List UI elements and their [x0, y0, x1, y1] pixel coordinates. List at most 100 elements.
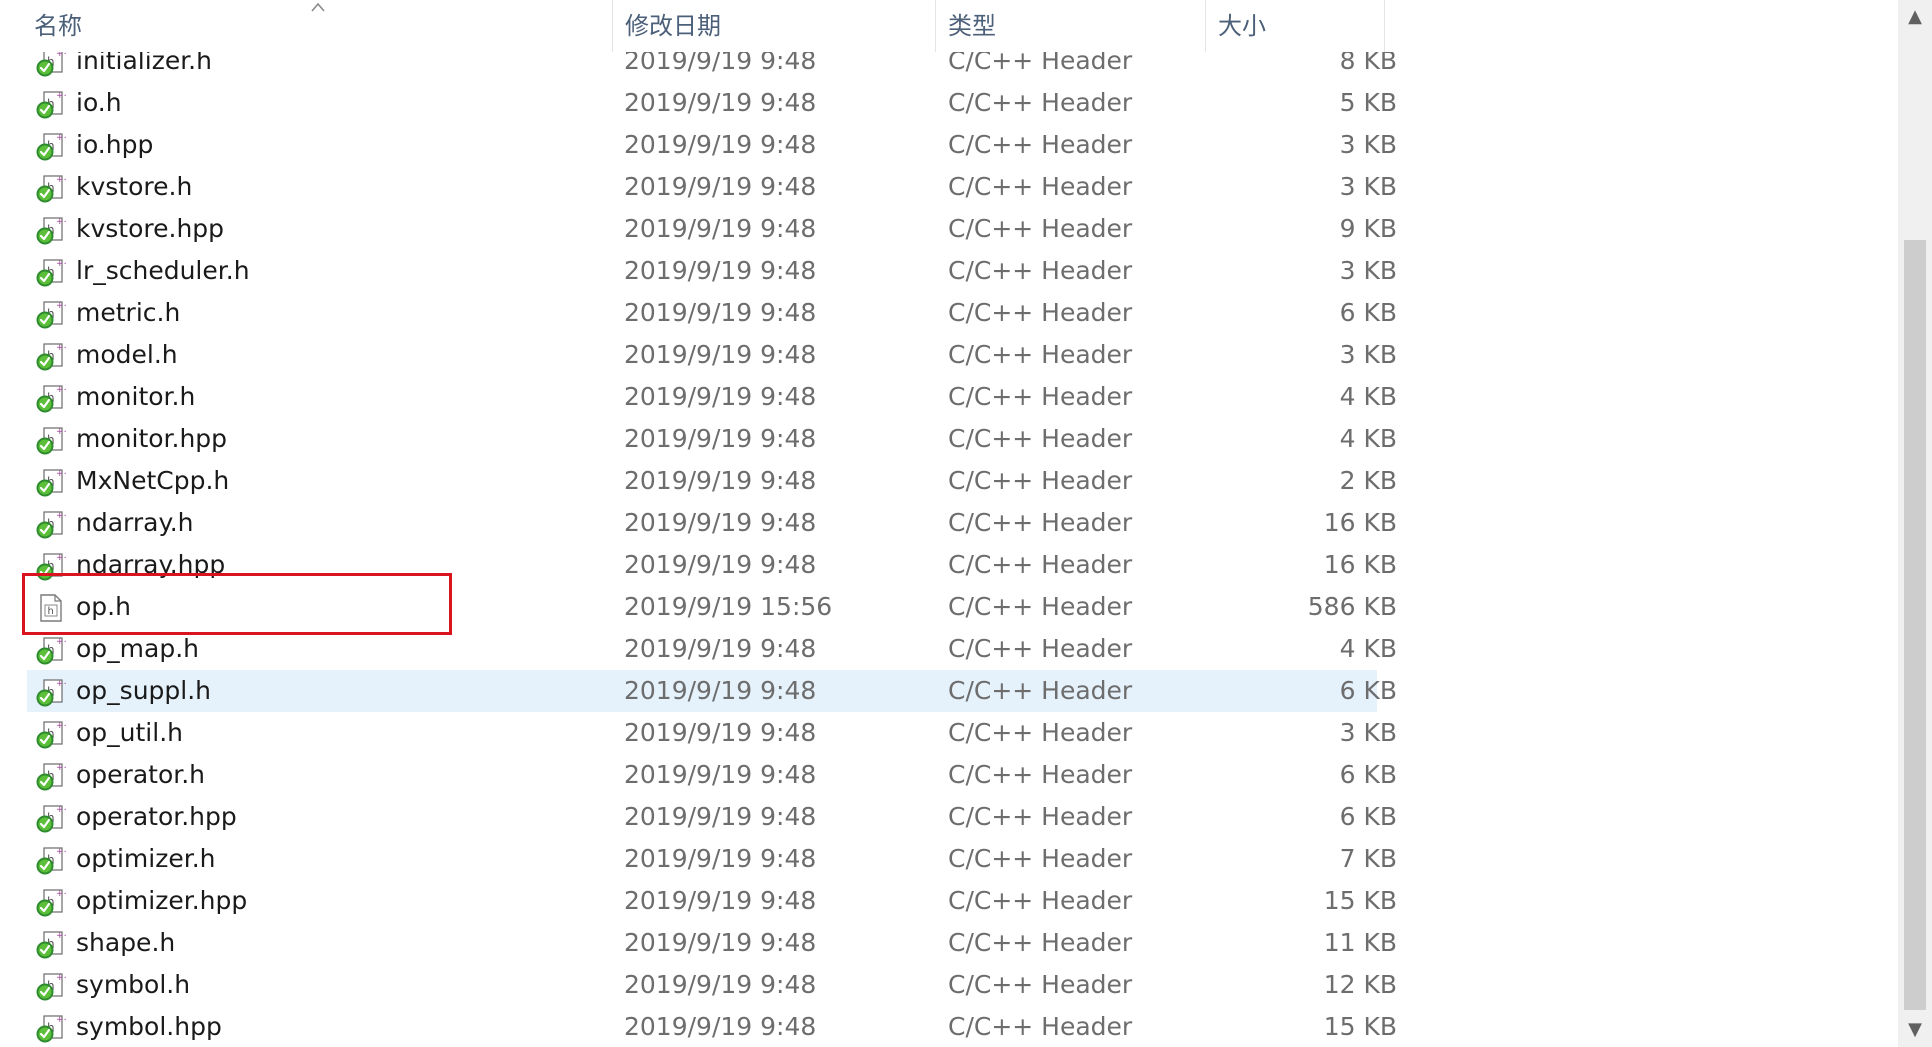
- vs-header-icon: h++: [34, 718, 71, 750]
- file-row[interactable]: h++shape.h 2019/9/19 9:48 C/C++ Header 11 K…: [27, 922, 1397, 964]
- vs-header-icon: h++: [34, 340, 71, 372]
- file-row[interactable]: h++kvstore.hpp 2019/9/19 9:48 C/C++ Header…: [27, 208, 1397, 250]
- svg-text:++: ++: [56, 553, 66, 563]
- file-type: C/C++ Header: [948, 424, 1133, 453]
- vs-header-icon: h++: [34, 970, 71, 1002]
- vs-header-icon: h++: [34, 886, 71, 918]
- svg-text:++: ++: [56, 133, 66, 143]
- vs-header-icon: h++: [34, 424, 71, 456]
- svg-text:++: ++: [56, 1015, 66, 1025]
- file-modified-date: 2019/9/19 9:48: [624, 88, 817, 117]
- vs-header-icon: h++: [34, 508, 71, 540]
- svg-text:++: ++: [56, 889, 66, 899]
- column-header-bar: 名称 修改日期 类型 大小: [0, 0, 1900, 52]
- file-name: kvstore.h: [76, 172, 193, 201]
- scrollbar-thumb[interactable]: [1904, 240, 1926, 1010]
- scroll-up-arrow-icon[interactable]: ▲: [1898, 0, 1932, 34]
- file-row[interactable]: h++io.hpp 2019/9/19 9:48 C/C++ Header 3 KB: [27, 124, 1397, 166]
- column-header-type[interactable]: 类型: [935, 0, 1205, 52]
- file-row[interactable]: h++operator.h 2019/9/19 9:48 C/C++ Header 6…: [27, 754, 1397, 796]
- file-row[interactable]: h++model.h 2019/9/19 9:48 C/C++ Header 3 KB: [27, 334, 1397, 376]
- vs-header-icon: h++: [34, 802, 71, 834]
- file-name: symbol.hpp: [76, 1012, 222, 1041]
- file-type: C/C++ Header: [948, 550, 1133, 579]
- file-row[interactable]: h++operator.hpp 2019/9/19 9:48 C/C++ Heade…: [27, 796, 1397, 838]
- file-modified-date: 2019/9/19 9:48: [624, 970, 817, 999]
- column-header-name-label: 名称: [34, 12, 82, 40]
- vs-header-icon: h++: [34, 256, 71, 288]
- file-name: operator.h: [76, 760, 206, 789]
- file-modified-date: 2019/9/19 9:48: [624, 844, 817, 873]
- file-type: C/C++ Header: [948, 298, 1133, 327]
- file-row[interactable]: h++ndarray.h 2019/9/19 9:48 C/C++ Header 16…: [27, 502, 1397, 544]
- file-row[interactable]: h++symbol.h 2019/9/19 9:48 C/C++ Header 12 …: [27, 964, 1397, 1006]
- file-type: C/C++ Header: [948, 592, 1133, 621]
- file-name: io.h: [76, 88, 122, 117]
- file-row[interactable]: h++optimizer.hpp 2019/9/19 9:48 C/C++ Head…: [27, 880, 1397, 922]
- file-name: monitor.hpp: [76, 424, 228, 453]
- column-header-size[interactable]: 大小: [1205, 0, 1385, 52]
- file-row[interactable]: h++op_suppl.h 2019/9/19 9:48 C/C++ Header 6…: [27, 670, 1397, 712]
- file-row[interactable]: h++op_util.h 2019/9/19 9:48 C/C++ Header 3 …: [27, 712, 1397, 754]
- file-row[interactable]: h++kvstore.h 2019/9/19 9:48 C/C++ Header 3 …: [27, 166, 1397, 208]
- file-size: 12 KB: [1323, 970, 1397, 999]
- file-row[interactable]: h++monitor.hpp 2019/9/19 9:48 C/C++ Header…: [27, 418, 1397, 460]
- file-row[interactable]: h++optimizer.h 2019/9/19 9:48 C/C++ Header…: [27, 838, 1397, 880]
- svg-text:++: ++: [56, 931, 66, 941]
- file-modified-date: 2019/9/19 9:48: [624, 466, 817, 495]
- file-type: C/C++ Header: [948, 256, 1133, 285]
- vs-header-icon: h++: [34, 634, 71, 666]
- vertical-scrollbar[interactable]: ▲ ▼: [1898, 0, 1932, 1047]
- file-name: op_suppl.h: [76, 676, 212, 705]
- svg-text:++: ++: [56, 427, 66, 437]
- file-size: 15 KB: [1323, 886, 1397, 915]
- file-size: 7 KB: [1339, 844, 1397, 873]
- svg-text:++: ++: [56, 259, 66, 269]
- column-header-date[interactable]: 修改日期: [612, 0, 935, 52]
- file-size: 3 KB: [1339, 340, 1397, 369]
- file-type: C/C++ Header: [948, 172, 1133, 201]
- file-type: C/C++ Header: [948, 928, 1133, 957]
- sort-ascending-icon: [311, 2, 325, 12]
- file-name: optimizer.h: [76, 844, 216, 873]
- file-modified-date: 2019/9/19 9:48: [624, 214, 817, 243]
- file-row[interactable]: h++io.h 2019/9/19 9:48 C/C++ Header 5 KB: [27, 82, 1397, 124]
- vs-header-icon: h++: [34, 928, 71, 960]
- file-name: model.h: [76, 340, 178, 369]
- vs-header-icon: h++: [34, 676, 71, 708]
- file-size: 2 KB: [1339, 466, 1397, 495]
- vs-header-icon: h++: [34, 466, 71, 498]
- file-modified-date: 2019/9/19 9:48: [624, 886, 817, 915]
- file-row[interactable]: h++lr_scheduler.h 2019/9/19 9:48 C/C++ Hea…: [27, 250, 1397, 292]
- file-row[interactable]: h++monitor.h 2019/9/19 9:48 C/C++ Header 4 …: [27, 376, 1397, 418]
- file-modified-date: 2019/9/19 9:48: [624, 340, 817, 369]
- file-size: 11 KB: [1323, 928, 1397, 957]
- svg-text:++: ++: [56, 637, 66, 647]
- file-row[interactable]: h++MxNetCpp.h 2019/9/19 9:48 C/C++ Header 2…: [27, 460, 1397, 502]
- vs-header-icon: h++: [34, 1012, 71, 1044]
- svg-text:++: ++: [56, 679, 66, 689]
- file-modified-date: 2019/9/19 9:48: [624, 424, 817, 453]
- file-size: 16 KB: [1323, 550, 1397, 579]
- file-modified-date: 2019/9/19 9:48: [624, 172, 817, 201]
- vs-header-icon: h++: [34, 172, 71, 204]
- file-name: metric.h: [76, 298, 181, 327]
- file-type: C/C++ Header: [948, 676, 1133, 705]
- file-row[interactable]: h++metric.h 2019/9/19 9:48 C/C++ Header 6 K…: [27, 292, 1397, 334]
- file-row[interactable]: h++symbol.hpp 2019/9/19 9:48 C/C++ Header 1…: [27, 1006, 1397, 1047]
- file-size: 3 KB: [1339, 130, 1397, 159]
- file-modified-date: 2019/9/19 9:48: [624, 634, 817, 663]
- file-modified-date: 2019/9/19 9:48: [624, 130, 817, 159]
- file-modified-date: 2019/9/19 9:48: [624, 718, 817, 747]
- file-size: 3 KB: [1339, 718, 1397, 747]
- vs-header-icon: h++: [34, 298, 71, 330]
- file-size: 6 KB: [1339, 298, 1397, 327]
- file-name: lr_scheduler.h: [76, 256, 250, 285]
- file-size: 4 KB: [1339, 382, 1397, 411]
- scroll-down-arrow-icon[interactable]: ▼: [1898, 1013, 1932, 1047]
- svg-text:++: ++: [56, 973, 66, 983]
- file-size: 6 KB: [1339, 802, 1397, 831]
- file-size: 6 KB: [1339, 676, 1397, 705]
- file-type: C/C++ Header: [948, 970, 1133, 999]
- file-name: optimizer.hpp: [76, 886, 248, 915]
